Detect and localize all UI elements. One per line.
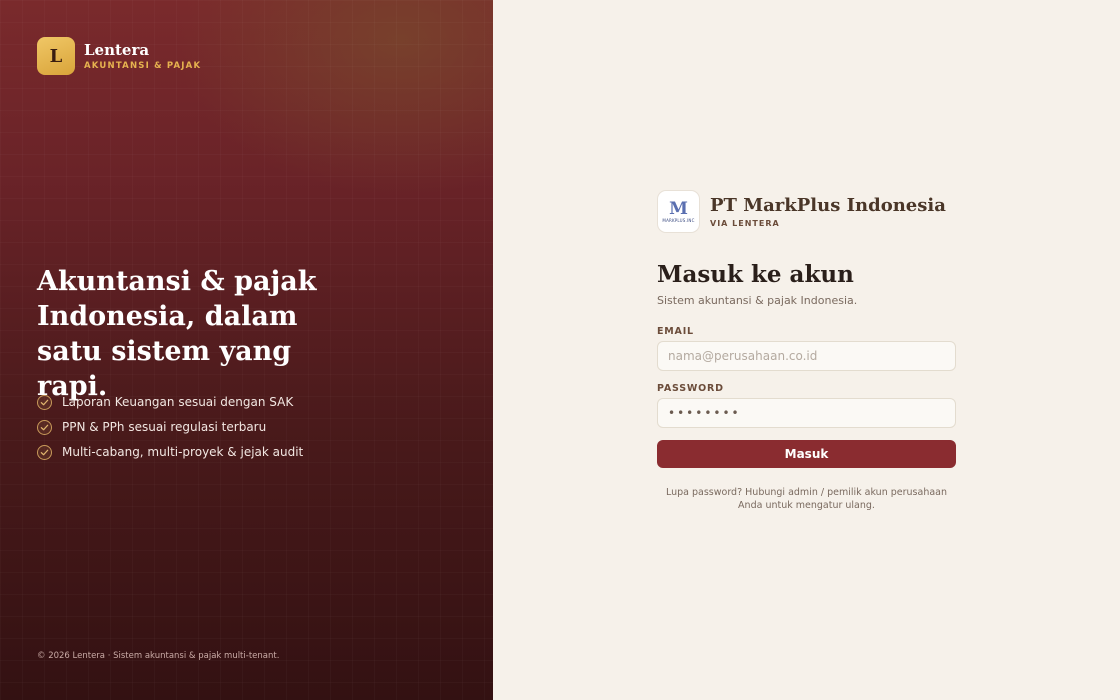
check-icon (37, 394, 52, 410)
check-icon (37, 419, 52, 435)
company-via: VIA LENTERA (710, 218, 780, 228)
company-logo-mark: M (669, 198, 688, 219)
feature-list: Laporan Keuangan sesuai dengan SAK PPN &… (37, 394, 303, 469)
company-logo-icon: M MARKPLUS.INC (657, 190, 700, 233)
forgot-password-help: Lupa password? Hubungi admin / pemilik a… (665, 487, 948, 511)
password-field[interactable] (657, 398, 956, 428)
feature-item: PPN & PPh sesuai regulasi terbaru (37, 419, 303, 435)
feature-label: PPN & PPh sesuai regulasi terbaru (62, 420, 267, 434)
company-name: PT MarkPlus Indonesia (710, 194, 946, 216)
check-icon (37, 444, 52, 460)
company-header: M MARKPLUS.INC PT MarkPlus Indonesia VIA… (657, 190, 956, 233)
company-logo-text: MARKPLUS.INC (662, 217, 695, 223)
feature-label: Multi-cabang, multi-proyek & jejak audit (62, 445, 304, 459)
hero-headline: Akuntansi & pajak Indonesia, dalam satu … (37, 266, 317, 402)
feature-label: Laporan Keuangan sesuai dengan SAK (62, 395, 294, 409)
login-subtitle: Sistem akuntansi & pajak Indonesia. (657, 294, 858, 307)
brand-logo-icon: L (37, 37, 75, 75)
login-button[interactable]: Masuk (657, 440, 956, 468)
brand-name: Lentera (84, 41, 150, 59)
brand-tagline: AKUNTANSI & PAJAK (84, 61, 202, 71)
brand: L Lentera AKUNTANSI & PAJAK (37, 37, 201, 75)
email-field[interactable] (657, 341, 956, 371)
email-label: EMAIL (657, 326, 694, 337)
login-title: Masuk ke akun (657, 261, 854, 288)
hero-panel: L Lentera AKUNTANSI & PAJAK Akuntansi & … (0, 0, 493, 700)
copyright-text: © 2026 Lentera · Sistem akuntansi & paja… (37, 651, 280, 661)
company-text: PT MarkPlus Indonesia VIA LENTERA (710, 194, 946, 228)
brand-text: Lentera AKUNTANSI & PAJAK (84, 41, 201, 71)
feature-item: Laporan Keuangan sesuai dengan SAK (37, 394, 303, 410)
password-label: PASSWORD (657, 383, 724, 394)
login-panel: M MARKPLUS.INC PT MarkPlus Indonesia VIA… (493, 0, 1120, 700)
feature-item: Multi-cabang, multi-proyek & jejak audit (37, 444, 303, 460)
login-form: M MARKPLUS.INC PT MarkPlus Indonesia VIA… (657, 190, 956, 512)
